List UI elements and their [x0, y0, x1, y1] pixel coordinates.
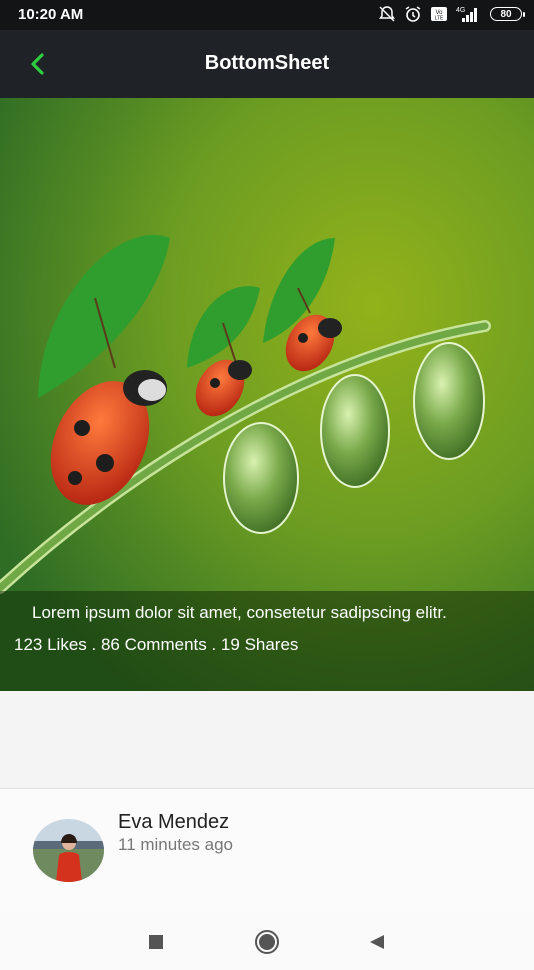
alarm-icon	[405, 6, 421, 22]
image-caption: Lorem ipsum dolor sit amet, consetetur s…	[0, 591, 534, 691]
back-nav-button[interactable]	[362, 927, 392, 957]
status-time: 10:20 AM	[18, 6, 84, 23]
status-icons: Vo LTE 4G 80	[378, 5, 525, 23]
svg-text:LTE: LTE	[435, 16, 444, 22]
post-time: 11 minutes ago	[118, 835, 233, 854]
home-circle-icon	[255, 930, 279, 954]
battery-indicator: 80	[490, 7, 525, 21]
avatar[interactable]	[33, 819, 104, 882]
app-title: BottomSheet	[204, 52, 330, 74]
signal-4g-icon: 4G	[456, 7, 477, 22]
back-triangle-icon	[370, 935, 384, 949]
hero-image-card[interactable]: Lorem ipsum dolor sit amet, consetetur s…	[0, 98, 534, 691]
network-label: 4G	[456, 7, 465, 14]
post-stats: 123 Likes . 86 Comments . 19 Shares	[14, 635, 299, 654]
caption-text: Lorem ipsum dolor sit amet, consetetur s…	[32, 603, 447, 622]
recents-button[interactable]	[141, 927, 171, 957]
home-button[interactable]	[252, 927, 282, 957]
status-bar: 10:20 AM Vo LTE 4G 80	[0, 0, 534, 30]
user-avatar-photo	[33, 819, 104, 882]
volte-icon: Vo LTE	[431, 7, 447, 22]
system-nav-bar	[0, 913, 534, 970]
recents-square-icon	[149, 935, 163, 949]
bottom-sheet[interactable]: Eva Mendez 11 minutes ago	[0, 788, 534, 914]
user-name: Eva Mendez	[118, 811, 230, 833]
mute-bell-icon	[379, 6, 395, 22]
app-bar: BottomSheet	[0, 30, 534, 98]
